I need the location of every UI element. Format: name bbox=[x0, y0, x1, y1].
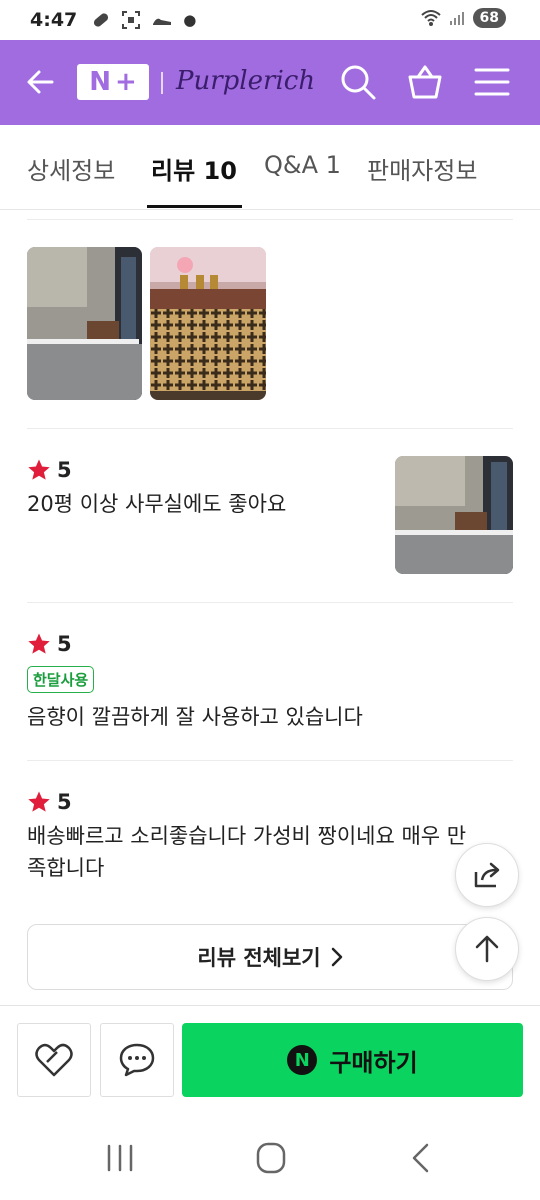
tab-reviews[interactable]: 리뷰 10 bbox=[151, 151, 237, 186]
nplus-plus: + bbox=[114, 67, 137, 97]
status-time: 4:47 bbox=[30, 9, 78, 31]
app-header: N + Purplerich bbox=[0, 40, 540, 125]
view-all-reviews-label: 리뷰 전체보기 bbox=[197, 946, 321, 970]
scroll-top-button[interactable] bbox=[455, 917, 519, 981]
divider bbox=[27, 219, 513, 220]
share-button[interactable] bbox=[455, 843, 519, 907]
star-icon bbox=[28, 791, 50, 812]
shoe-icon bbox=[153, 18, 172, 25]
review-item-3: 5 배송빠르고 소리좋습니다 가성비 짱이네요 매우 만 족합니다 bbox=[27, 790, 513, 884]
battery-level: 68 bbox=[472, 8, 506, 28]
review-item-2: 5 한달사용 음향이 깔끔하게 잘 사용하고 있습니다 bbox=[27, 632, 513, 733]
tab-details[interactable]: 상세정보 bbox=[27, 151, 115, 186]
search-icon[interactable] bbox=[338, 62, 378, 102]
shopping-bag-icon[interactable] bbox=[405, 62, 445, 102]
logo-separator bbox=[161, 72, 163, 94]
rating-value: 5 bbox=[57, 458, 72, 482]
recent-apps-icon[interactable] bbox=[100, 1141, 140, 1175]
purchase-bar: N 구매하기 bbox=[0, 1005, 540, 1115]
dot-icon: ● bbox=[183, 11, 197, 29]
review-rating: 5 bbox=[27, 790, 513, 814]
system-nav-bar bbox=[0, 1115, 540, 1200]
back-arrow-icon[interactable] bbox=[22, 62, 62, 102]
review-text: 음향이 깔끔하게 잘 사용하고 있습니다 bbox=[27, 705, 363, 729]
divider bbox=[27, 760, 513, 761]
arrow-up-icon bbox=[475, 935, 499, 963]
brand-logo[interactable]: Purplerich bbox=[176, 66, 315, 96]
rating-value: 5 bbox=[57, 790, 72, 814]
talk-button[interactable] bbox=[100, 1023, 174, 1097]
divider bbox=[27, 428, 513, 429]
share-icon bbox=[474, 862, 500, 888]
chevron-right-icon bbox=[331, 947, 342, 967]
review-rating: 5 bbox=[27, 632, 513, 656]
view-all-reviews-button[interactable]: 리뷰 전체보기 bbox=[27, 924, 513, 990]
wishlist-button[interactable] bbox=[17, 1023, 91, 1097]
star-icon bbox=[28, 633, 50, 654]
tab-seller-info[interactable]: 판매자정보 bbox=[367, 151, 477, 186]
review-photo-cabinet[interactable] bbox=[150, 247, 266, 400]
hamburger-menu-icon[interactable] bbox=[472, 62, 512, 102]
npay-badge: N bbox=[287, 1045, 318, 1075]
scan-icon bbox=[122, 11, 141, 29]
usage-badge: 한달사용 bbox=[27, 666, 95, 693]
buy-now-button[interactable]: N 구매하기 bbox=[182, 1023, 523, 1097]
pill-icon bbox=[94, 13, 109, 27]
review-text-line-1: 배송빠르고 소리좋습니다 가성비 짱이네요 매우 만 bbox=[27, 824, 467, 848]
review-content: 5 20평 이상 사무실에도 좋아요 5 한달사용 음향이 깔끔하게 잘 사용하… bbox=[0, 211, 540, 1005]
nplus-n: N bbox=[89, 67, 111, 97]
product-tabs: 상세정보 리뷰 10 Q&A 1 판매자정보 bbox=[0, 125, 540, 210]
review-photo-shelf[interactable] bbox=[27, 247, 142, 400]
home-icon[interactable] bbox=[251, 1141, 291, 1175]
wifi-icon bbox=[420, 10, 441, 26]
heart-icon bbox=[35, 1043, 73, 1077]
back-icon[interactable] bbox=[402, 1141, 442, 1175]
nplus-logo[interactable]: N + bbox=[77, 64, 149, 100]
chat-bubble-icon bbox=[119, 1043, 155, 1077]
star-icon bbox=[28, 459, 50, 480]
review-text-line-2: 족합니다 bbox=[27, 856, 105, 880]
notification-icons: ● bbox=[91, 10, 196, 30]
active-tab-indicator bbox=[147, 205, 242, 208]
review-thumbnail[interactable] bbox=[395, 456, 513, 574]
buy-now-label: 구매하기 bbox=[329, 1048, 418, 1077]
tab-qna[interactable]: Q&A 1 bbox=[264, 151, 341, 179]
rating-value: 5 bbox=[57, 632, 72, 656]
signal-icon bbox=[449, 12, 464, 25]
divider bbox=[27, 602, 513, 603]
status-bar: 4:47 ● 68 bbox=[0, 0, 540, 40]
